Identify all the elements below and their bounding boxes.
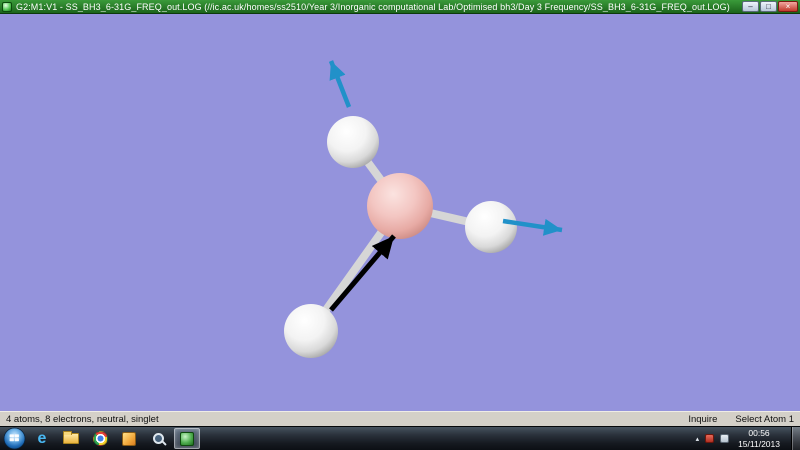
window-title: G2:M1:V1 - SS_BH3_6-31G_FREQ_out.LOG (//… — [16, 1, 730, 12]
folder-icon — [63, 431, 79, 444]
media-app-icon — [122, 431, 136, 446]
system-tray: ▴ 00:56 15/11/2013 — [696, 426, 800, 450]
chrome-icon — [92, 431, 108, 446]
minimize-button[interactable]: – — [742, 1, 759, 12]
taskbar-item-chrome[interactable] — [87, 428, 113, 449]
internet-explorer-icon: e — [37, 429, 47, 447]
taskbar-clock[interactable]: 00:56 15/11/2013 — [735, 428, 783, 448]
taskbar-item-gaussview[interactable] — [174, 428, 200, 449]
gaussview-app-icon — [2, 1, 12, 12]
displacement-arrow-top-icon — [328, 60, 352, 108]
status-bar: 4 atoms, 8 electrons, neutral, singlet I… — [0, 411, 800, 426]
atom-hydrogen-top[interactable] — [327, 116, 379, 168]
atom-group — [284, 116, 517, 358]
close-button[interactable]: × — [778, 1, 798, 12]
desktop-screen: G2:M1:V1 - SS_BH3_6-31G_FREQ_out.LOG (//… — [0, 0, 800, 450]
taskbar: e ▴ 00:56 15/11/2013 — [0, 426, 800, 450]
status-mode: Inquire — [688, 413, 718, 425]
taskbar-item-internet-explorer[interactable]: e — [29, 428, 55, 449]
vector-group — [328, 60, 563, 312]
taskbar-item-magnifier[interactable] — [145, 428, 171, 449]
atom-hydrogen-right[interactable] — [465, 201, 517, 253]
hidden-icons-arrow-icon[interactable]: ▴ — [696, 435, 700, 443]
start-orb-icon — [3, 427, 26, 450]
maximize-button[interactable]: □ — [760, 1, 777, 12]
molecule-viewport[interactable] — [0, 14, 800, 411]
status-right: Inquire Select Atom 1 — [688, 414, 794, 425]
window-titlebar[interactable]: G2:M1:V1 - SS_BH3_6-31G_FREQ_out.LOG (//… — [0, 0, 800, 14]
taskbar-item-windows-explorer[interactable] — [58, 428, 84, 449]
atom-boron[interactable] — [367, 173, 433, 239]
start-button[interactable] — [3, 427, 26, 450]
clock-time: 00:56 — [748, 428, 770, 439]
molecule-canvas[interactable] — [0, 14, 800, 411]
gaussview-taskbar-icon — [180, 431, 194, 446]
window-controls: – □ × — [742, 1, 798, 12]
status-hint: Select Atom 1 — [735, 413, 794, 425]
taskbar-item-media-app[interactable] — [116, 428, 142, 449]
atom-hydrogen-bottom[interactable] — [284, 304, 338, 358]
pointer-arrow-icon — [329, 234, 396, 312]
tray-app-icon[interactable] — [705, 434, 715, 443]
tray-network-icon[interactable] — [720, 434, 730, 443]
magnifier-icon — [152, 433, 164, 444]
show-desktop-button[interactable] — [791, 426, 800, 450]
clock-date: 15/11/2013 — [738, 438, 780, 449]
status-summary: 4 atoms, 8 electrons, neutral, singlet — [6, 413, 159, 425]
